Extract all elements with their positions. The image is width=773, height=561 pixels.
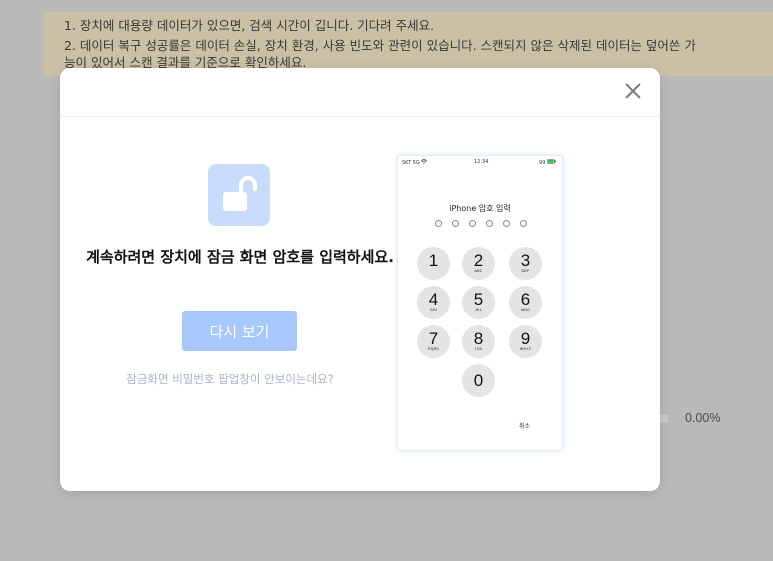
keypad-key-4: 4 GHI bbox=[417, 286, 450, 319]
passcode-dot bbox=[486, 220, 493, 227]
keypad-key-3: 3 DEF bbox=[509, 247, 542, 280]
passcode-title: iPhone 암호 입력 bbox=[449, 204, 511, 213]
help-link[interactable]: 잠금화면 비밀번호 팝업창이 안보이는데요? bbox=[80, 371, 380, 387]
passcode-dot bbox=[520, 220, 527, 227]
passcode-dots bbox=[435, 220, 527, 227]
keypad-key-5: 5 JKL bbox=[462, 286, 495, 319]
passcode-dot bbox=[503, 220, 510, 227]
keypad-key-9: 9 WXYZ bbox=[509, 325, 542, 358]
keypad-key-6: 6 MNO bbox=[509, 286, 542, 319]
keypad-key-8: 8 TUV bbox=[462, 325, 495, 358]
retry-button[interactable]: 다시 보기 bbox=[182, 311, 297, 351]
passcode-dot bbox=[452, 220, 459, 227]
dialog-header bbox=[60, 68, 660, 117]
close-icon[interactable] bbox=[622, 80, 644, 102]
progress-indicator bbox=[660, 415, 668, 423]
phone-lockscreen-illustration: SKT 5G 12:34 99 iPhone 암호 입력 1 2 ABC 3 DEF… bbox=[397, 155, 563, 451]
notice-banner: 1. 장치에 대용량 데이터가 있으면, 검색 시간이 깁니다. 기다려 주세요… bbox=[44, 12, 773, 76]
status-carrier: SKT 5G bbox=[402, 159, 428, 166]
phone-cancel-label: 취소 bbox=[519, 423, 531, 430]
keypad-key-7: 7 PQRS bbox=[417, 325, 450, 358]
unlock-instruction: 계속하려면 장치에 잠금 화면 암호를 입력하세요. bbox=[86, 248, 394, 266]
keypad-key-1: 1 bbox=[417, 247, 450, 280]
passcode-dot bbox=[435, 220, 442, 227]
unlock-padlock-icon bbox=[208, 164, 270, 226]
progress-percent: 0.00% bbox=[685, 411, 721, 425]
notice-line-2: 2. 데이터 복구 성공률은 데이터 손실, 장치 환경, 사용 빈도와 관련이… bbox=[64, 38, 696, 53]
battery-icon bbox=[547, 159, 556, 164]
unlock-dialog: 계속하려면 장치에 잠금 화면 암호를 입력하세요. 다시 보기 잠금화면 비밀… bbox=[60, 68, 660, 491]
keypad-key-0: 0 bbox=[462, 364, 495, 397]
status-battery: 99 bbox=[539, 159, 556, 166]
passcode-dot bbox=[469, 220, 476, 227]
notice-line-1: 1. 장치에 대용량 데이터가 있으면, 검색 시간이 깁니다. 기다려 주세요… bbox=[64, 18, 435, 33]
keypad-key-2: 2 ABC bbox=[462, 247, 495, 280]
wifi-icon bbox=[421, 159, 428, 164]
status-time: 12:34 bbox=[474, 159, 489, 165]
